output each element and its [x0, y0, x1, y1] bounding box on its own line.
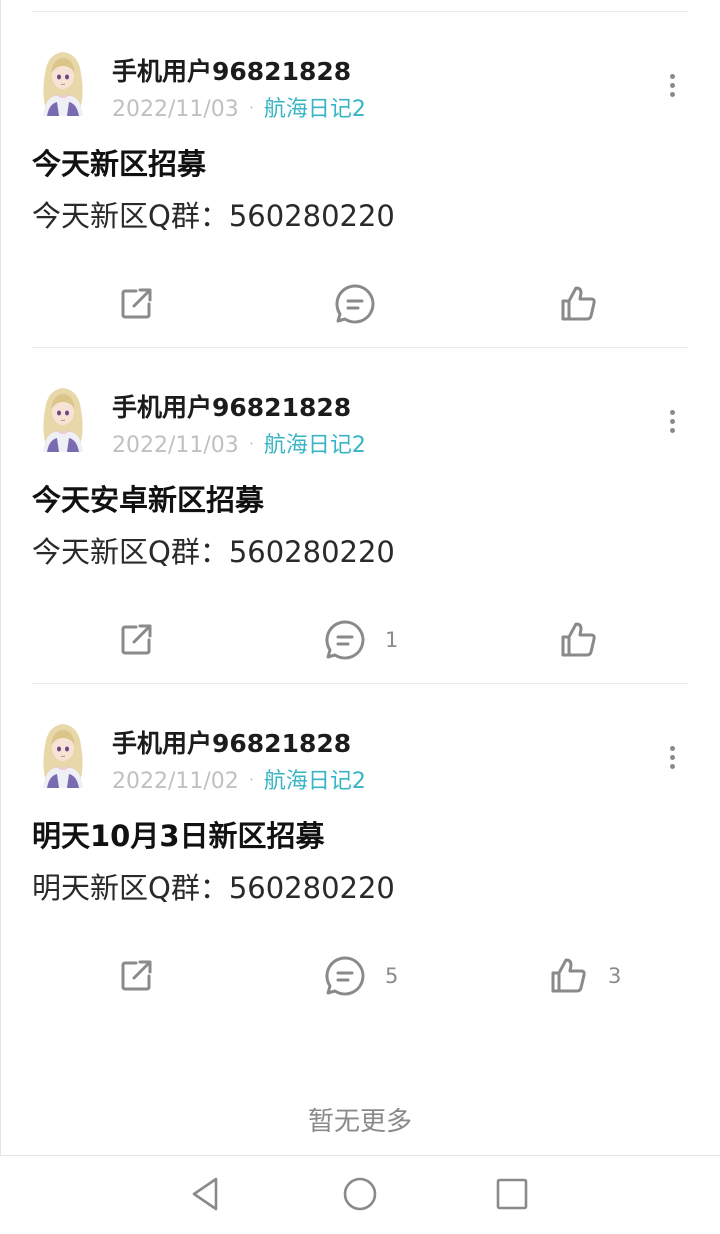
- post-body[interactable]: 今天新区Q群：560280220: [32, 534, 395, 570]
- post-meta: 2022/11/03 · 航海日记2: [112, 94, 366, 124]
- post-card[interactable]: 手机用户96821828 2022/11/03 · 航海日记2 今天安卓新区招募 今…: [0, 348, 720, 684]
- share-icon: [114, 954, 158, 998]
- more-vertical-icon[interactable]: [660, 742, 684, 772]
- thumbs-up-icon: [546, 954, 590, 998]
- post-meta: 2022/11/03 · 航海日记2: [112, 430, 366, 460]
- like-count: 3: [608, 964, 622, 988]
- home-circle-icon[interactable]: [340, 1174, 380, 1214]
- post-title[interactable]: 明天10月3日新区招募: [32, 818, 325, 854]
- like-button[interactable]: [556, 616, 618, 664]
- no-more-label: 暂无更多: [307, 1107, 412, 1137]
- comment-button[interactable]: [333, 280, 395, 328]
- game-link[interactable]: 航海日记2: [264, 97, 366, 122]
- system-nav-bar: [0, 1155, 720, 1234]
- like-button[interactable]: [556, 280, 618, 328]
- game-link[interactable]: 航海日记2: [264, 433, 366, 458]
- post-card[interactable]: 手机用户96821828 2022/11/02 · 航海日记2 明天10月3日新区招…: [0, 684, 720, 1020]
- post-date: 2022/11/03: [112, 433, 239, 458]
- like-button[interactable]: 3: [546, 952, 621, 1000]
- more-vertical-icon[interactable]: [660, 406, 684, 436]
- meta-separator: ·: [248, 770, 254, 789]
- share-icon: [114, 618, 158, 662]
- share-button[interactable]: [114, 280, 158, 328]
- recents-square-icon[interactable]: [492, 1174, 532, 1214]
- post-username[interactable]: 手机用户96821828: [112, 57, 351, 87]
- comment-icon: [323, 954, 367, 998]
- avatar[interactable]: [33, 44, 93, 118]
- post-meta: 2022/11/02 · 航海日记2: [112, 766, 366, 796]
- comment-icon: [323, 618, 367, 662]
- share-button[interactable]: [114, 616, 158, 664]
- comment-count: 1: [385, 628, 399, 652]
- game-link[interactable]: 航海日记2: [264, 769, 366, 794]
- meta-separator: ·: [248, 434, 254, 453]
- meta-separator: ·: [248, 98, 254, 117]
- post-card[interactable]: 手机用户96821828 2022/11/03 · 航海日记2 今天新区招募 今天新…: [0, 12, 720, 348]
- post-username[interactable]: 手机用户96821828: [112, 393, 351, 423]
- thumbs-up-icon: [556, 618, 600, 662]
- post-date: 2022/11/02: [112, 769, 239, 794]
- share-button[interactable]: [114, 952, 158, 1000]
- share-icon: [114, 282, 158, 326]
- thumbs-up-icon: [556, 282, 600, 326]
- comment-button[interactable]: 1: [323, 616, 398, 664]
- comment-icon: [333, 282, 377, 326]
- post-body[interactable]: 明天新区Q群：560280220: [32, 870, 395, 906]
- comment-button[interactable]: 5: [323, 952, 398, 1000]
- post-title[interactable]: 今天新区招募: [32, 146, 206, 182]
- post-body[interactable]: 今天新区Q群：560280220: [32, 198, 395, 234]
- back-triangle-icon[interactable]: [186, 1174, 226, 1214]
- avatar[interactable]: [33, 716, 93, 790]
- more-vertical-icon[interactable]: [660, 70, 684, 100]
- avatar[interactable]: [33, 380, 93, 454]
- comment-count: 5: [385, 964, 399, 988]
- post-username[interactable]: 手机用户96821828: [112, 729, 351, 759]
- post-title[interactable]: 今天安卓新区招募: [32, 482, 264, 518]
- post-date: 2022/11/03: [112, 97, 239, 122]
